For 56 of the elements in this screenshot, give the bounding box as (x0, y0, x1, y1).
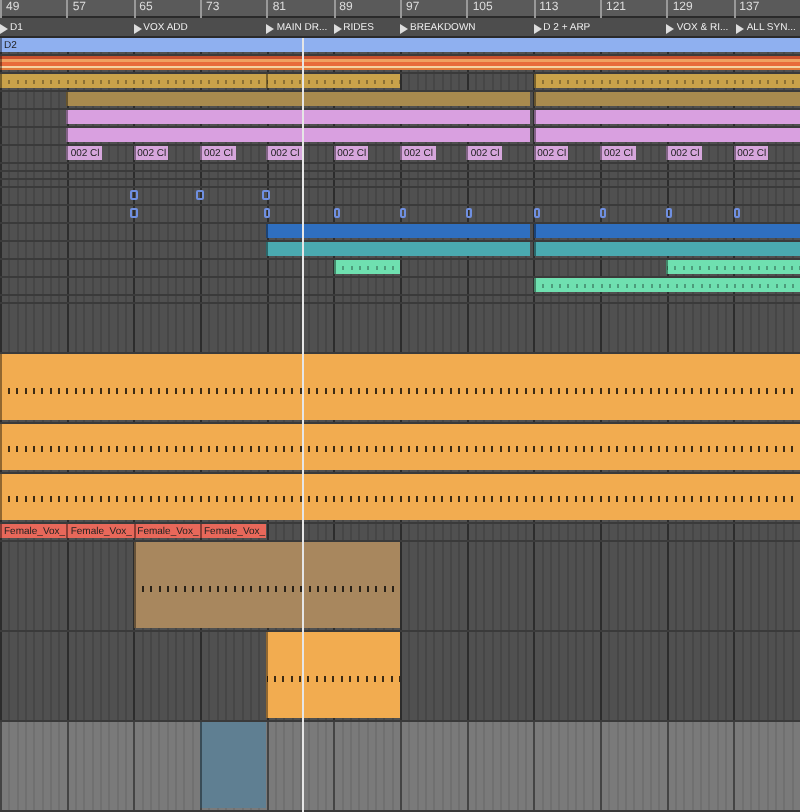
play-triangle-icon[interactable] (736, 23, 745, 33)
track-lane[interactable] (0, 542, 800, 632)
track-lane[interactable] (0, 224, 800, 242)
audio-clip[interactable] (533, 242, 800, 256)
audio-clip[interactable] (66, 128, 530, 142)
clip-marker-icon[interactable] (733, 208, 740, 218)
audio-clip[interactable] (66, 110, 530, 124)
audio-clip[interactable] (533, 92, 800, 106)
track-lane[interactable] (0, 722, 800, 812)
playhead-line[interactable] (302, 38, 305, 812)
play-triangle-icon[interactable] (333, 23, 342, 33)
track-lane[interactable] (0, 278, 800, 296)
midi-clip[interactable] (333, 260, 400, 274)
midi-clip[interactable] (133, 542, 400, 628)
clip-marker-icon[interactable] (666, 208, 673, 218)
clip-marker-icon[interactable] (533, 208, 540, 218)
track-lane[interactable] (0, 128, 800, 146)
clip-marker-icon[interactable] (130, 208, 138, 218)
clip-marker-icon[interactable] (129, 190, 138, 200)
midi-clip[interactable] (266, 74, 400, 88)
clip-marker-icon[interactable] (262, 190, 271, 200)
audio-clip[interactable] (533, 224, 800, 238)
clip-marker-icon[interactable] (400, 208, 406, 218)
play-triangle-icon[interactable] (533, 23, 542, 33)
midi-clip[interactable] (266, 632, 400, 718)
audio-clip[interactable] (200, 722, 267, 808)
track-lane[interactable] (0, 260, 800, 278)
track-lane[interactable] (0, 188, 800, 206)
midi-clip[interactable] (533, 74, 800, 88)
play-triangle-icon[interactable] (266, 23, 275, 33)
track-lane[interactable] (0, 242, 800, 260)
stripe-clip[interactable] (0, 56, 800, 70)
clip-marker-icon[interactable] (195, 190, 205, 200)
clip-marker-icon[interactable] (333, 208, 340, 218)
play-triangle-icon[interactable] (133, 23, 142, 33)
track-lane[interactable] (0, 56, 800, 74)
track-lane[interactable] (0, 206, 800, 224)
midi-clip[interactable] (0, 74, 267, 88)
audio-clip[interactable] (266, 242, 530, 256)
track-lane[interactable] (0, 74, 800, 92)
midi-clip[interactable] (533, 278, 800, 292)
track-lane[interactable] (0, 632, 800, 722)
track-lane[interactable] (0, 110, 800, 128)
play-triangle-icon[interactable] (400, 23, 408, 33)
track-lane[interactable] (0, 304, 800, 354)
audio-clip[interactable] (533, 128, 800, 142)
clip-marker-icon[interactable] (600, 208, 606, 218)
audio-clip[interactable] (66, 92, 530, 106)
midi-clip[interactable] (666, 260, 800, 274)
clip-marker-icon[interactable] (264, 208, 271, 218)
play-triangle-icon[interactable] (666, 23, 675, 33)
track-lane[interactable] (0, 92, 800, 110)
play-triangle-icon[interactable] (0, 23, 8, 33)
audio-clip[interactable] (266, 224, 530, 238)
clip-marker-icon[interactable] (466, 208, 473, 218)
audio-clip[interactable] (533, 110, 800, 124)
